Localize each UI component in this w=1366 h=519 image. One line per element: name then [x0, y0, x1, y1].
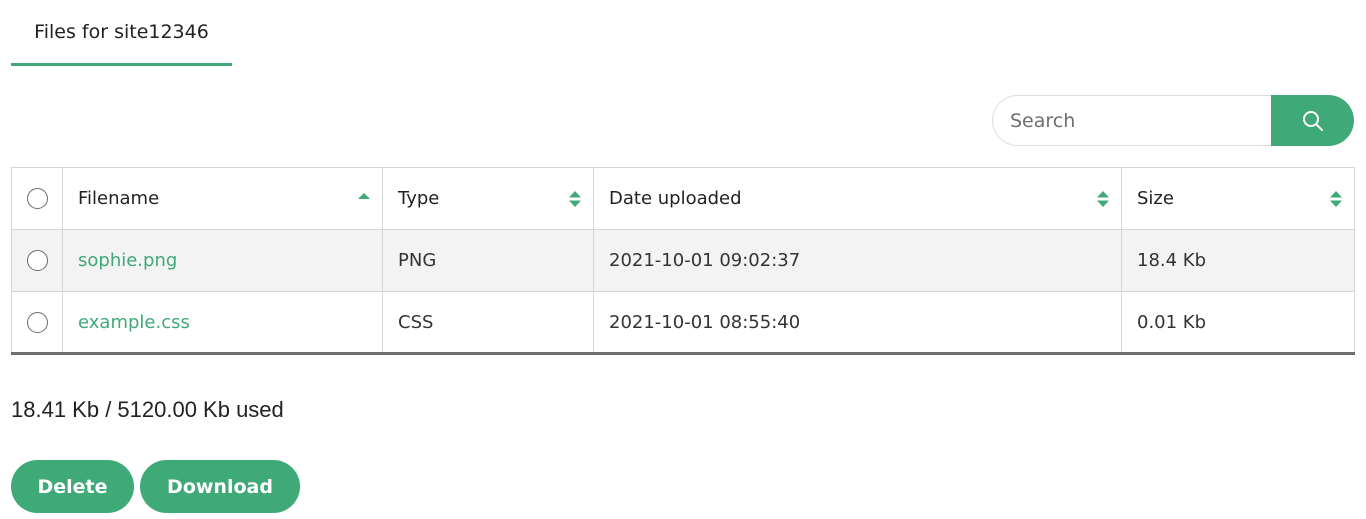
date-cell: 2021-10-01 08:55:40: [593, 291, 1122, 355]
sort-icon: [1097, 190, 1109, 207]
files-table: Filename Type Date uploaded Size sophie.…: [11, 167, 1355, 355]
column-header-label: Date uploaded: [609, 188, 742, 209]
column-header-date[interactable]: Date uploaded: [593, 167, 1122, 230]
row-select-cell: [11, 291, 63, 355]
type-cell: CSS: [382, 291, 594, 355]
table-header-row: Filename Type Date uploaded Size: [11, 167, 1355, 230]
size-cell: 0.01 Kb: [1121, 291, 1355, 355]
tab-label: Files for site12346: [34, 20, 209, 43]
sort-asc-icon: [358, 192, 370, 199]
column-header-type[interactable]: Type: [382, 167, 594, 230]
search-bar: [992, 95, 1354, 146]
delete-button[interactable]: Delete: [11, 460, 134, 513]
select-all-radio[interactable]: [26, 188, 48, 210]
type-cell: PNG: [382, 229, 594, 292]
row-select-radio[interactable]: [26, 311, 48, 333]
column-header-label: Filename: [78, 188, 160, 209]
file-manager-page: Files for site12346 Filename: [0, 0, 1366, 519]
table-row: sophie.png PNG 2021-10-01 09:02:37 18.4 …: [11, 229, 1355, 292]
search-icon: [1302, 110, 1323, 131]
search-button[interactable]: [1271, 95, 1354, 146]
filename-cell: sophie.png: [62, 229, 383, 292]
tab-files[interactable]: Files for site12346: [11, 0, 232, 66]
size-cell: 18.4 Kb: [1121, 229, 1355, 292]
date-cell: 2021-10-01 09:02:37: [593, 229, 1122, 292]
download-button[interactable]: Download: [140, 460, 300, 513]
select-all-cell: [11, 167, 63, 230]
column-header-label: Type: [398, 188, 440, 209]
sort-icon: [1330, 190, 1342, 207]
column-header-size[interactable]: Size: [1121, 167, 1355, 230]
filename-link[interactable]: sophie.png: [78, 250, 177, 271]
storage-usage-text: 18.41 Kb / 5120.00 Kb used: [11, 397, 284, 422]
column-header-label: Size: [1137, 188, 1174, 209]
row-select-cell: [11, 229, 63, 292]
row-select-radio[interactable]: [26, 250, 48, 272]
sort-icon: [569, 190, 581, 207]
search-input[interactable]: [992, 95, 1271, 146]
filename-cell: example.css: [62, 291, 383, 355]
table-row: example.css CSS 2021-10-01 08:55:40 0.01…: [11, 291, 1355, 355]
filename-link[interactable]: example.css: [78, 312, 190, 333]
column-header-filename[interactable]: Filename: [62, 167, 383, 230]
